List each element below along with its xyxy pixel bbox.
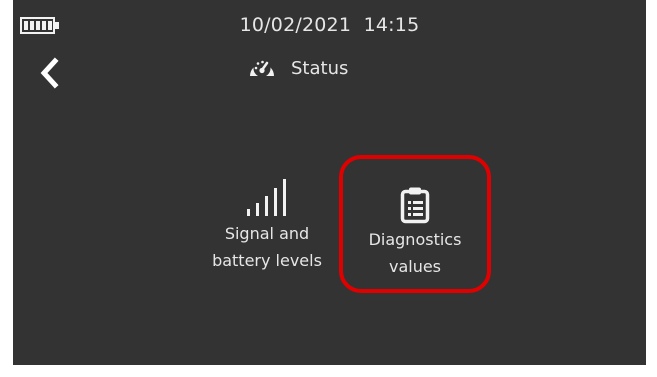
caption-line-1: Signal and xyxy=(224,224,310,243)
caption-line-1: Diagnostics xyxy=(368,230,462,249)
caption-line-2: values xyxy=(388,257,442,276)
date-time: 10/02/2021 14:15 xyxy=(13,14,646,36)
signal-bars-icon xyxy=(247,179,286,216)
back-button[interactable] xyxy=(33,56,65,90)
chevron-left-icon xyxy=(40,57,59,89)
device-screen: 10/02/2021 14:15 Status Signal and batte… xyxy=(13,0,646,365)
page-title: Status xyxy=(247,53,348,83)
clipboard-list-icon xyxy=(400,187,430,224)
speedometer-icon xyxy=(250,60,274,77)
date-text: 10/02/2021 xyxy=(239,14,352,36)
diagnostics-values-label: Diagnostics values xyxy=(369,226,462,280)
time-text: 14:15 xyxy=(363,14,420,36)
caption-line-2: battery levels xyxy=(212,251,322,270)
signal-battery-levels-button[interactable]: Signal and battery levels xyxy=(200,174,334,274)
diagnostics-values-button[interactable]: Diagnostics values xyxy=(339,155,491,293)
page-title-label: Status xyxy=(291,57,349,79)
signal-battery-levels-label: Signal and battery levels xyxy=(212,220,322,274)
